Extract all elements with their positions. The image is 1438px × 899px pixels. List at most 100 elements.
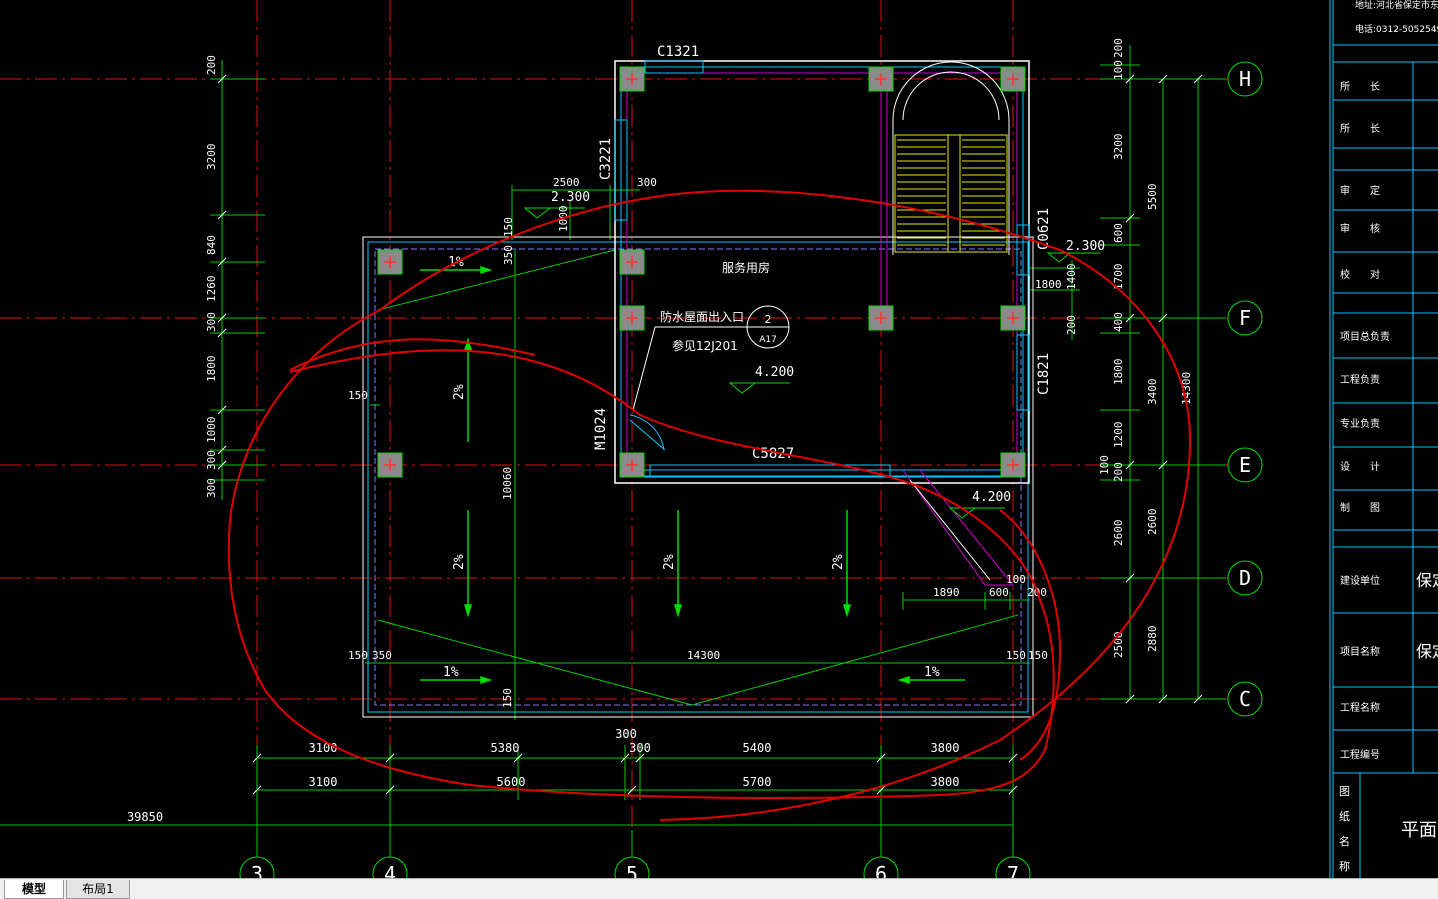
dim-text: 1800 xyxy=(1035,278,1062,291)
dim-text: 1260 xyxy=(205,276,218,303)
elevation-roof-right: 4.200 xyxy=(972,490,1011,505)
title-row-label: 设 计 xyxy=(1340,460,1380,473)
window-label-c1821: C1821 xyxy=(1036,353,1052,395)
grid-label-5: 5 xyxy=(626,862,638,878)
grid-label-7: 7 xyxy=(1007,862,1019,878)
title-row-value: 保定 xyxy=(1416,571,1438,590)
title-row-label: 审 定 xyxy=(1340,184,1380,197)
drawing-name-label: 名 xyxy=(1339,834,1350,848)
grid-label-D: D xyxy=(1239,566,1251,590)
drawing-name-label: 纸 xyxy=(1339,810,1350,823)
room-name: 服务用房 xyxy=(722,260,770,275)
dim-text: 350 xyxy=(502,245,515,265)
stair xyxy=(894,134,1008,253)
detail-number: 2 xyxy=(765,313,772,326)
window-label-c3221: C3221 xyxy=(598,138,614,180)
dim-text: 300 xyxy=(637,176,657,189)
dim-text: 14300 xyxy=(687,649,720,662)
dim-text: 350 xyxy=(372,649,392,662)
slope-text: 2% xyxy=(662,554,677,570)
title-row-label: 所 长 xyxy=(1340,123,1380,135)
slope-text: 2% xyxy=(452,384,467,400)
grid-label-6: 6 xyxy=(875,862,887,878)
elevation-room: 4.200 xyxy=(755,365,794,380)
dim-text: 150 xyxy=(1006,649,1026,662)
elevation-eave-right: 2.300 xyxy=(1066,239,1105,254)
grid-label-3: 3 xyxy=(251,862,263,878)
dim-text: 1800 xyxy=(1112,359,1125,386)
dim-text: 600 xyxy=(1112,223,1125,243)
grid-label-F: F xyxy=(1239,306,1251,330)
dim-text: 300 xyxy=(205,450,218,470)
dim-text: 840 xyxy=(205,235,218,255)
dim-text: 10060 xyxy=(501,467,514,500)
dim-text: 100 xyxy=(1112,60,1125,80)
dim-text: 5700 xyxy=(743,775,772,789)
dim-text: 1890 xyxy=(933,586,960,599)
dim-text: 2500 xyxy=(553,176,580,189)
dim-text: 200 xyxy=(1065,315,1078,335)
dim-text: 200 xyxy=(1112,462,1125,482)
axis-lines xyxy=(0,0,1228,855)
dim-text: 5500 xyxy=(1146,184,1159,211)
title-row-value: 保定 xyxy=(1416,642,1438,661)
dim-text: 150 xyxy=(1028,649,1048,662)
dim-text: 3400 xyxy=(1146,379,1159,406)
title-row-label: 工程负责 xyxy=(1340,373,1380,386)
grid-label-4: 4 xyxy=(384,862,396,878)
dim-text: 150 xyxy=(348,649,368,662)
dim-text: 400 xyxy=(1112,312,1125,332)
dim-text: 1200 xyxy=(1112,422,1125,449)
grid-label-E: E xyxy=(1239,453,1251,477)
title-row-label: 项目总负责 xyxy=(1340,330,1390,343)
dim-text: 3100 xyxy=(309,741,338,755)
dim-text: 2600 xyxy=(1112,520,1125,547)
roof-exit-label: 防水屋面出入口 xyxy=(660,309,744,324)
dim-text: 100 xyxy=(1006,573,1026,586)
dim-text: 5380 xyxy=(491,741,520,755)
title-row-label: 建设单位 xyxy=(1340,574,1380,587)
title-header-address: 地址:河北省保定市东 xyxy=(1355,0,1438,11)
title-row-label: 审 核 xyxy=(1340,222,1380,235)
dim-text: 3200 xyxy=(1112,134,1125,161)
title-row-label: 制 图 xyxy=(1340,501,1380,514)
dim-text: 3200 xyxy=(205,144,218,171)
tab-layout-1[interactable]: 布局1 xyxy=(66,880,130,899)
title-row-label: 工程名称 xyxy=(1340,701,1380,714)
tab-model[interactable]: 模型 xyxy=(4,880,64,899)
dim-text: 39850 xyxy=(127,810,163,824)
dim-text: 300 xyxy=(205,478,218,498)
title-row-label: 专业负责 xyxy=(1340,417,1380,430)
dim-text: 200 xyxy=(1112,38,1125,58)
window-label-c1321: C1321 xyxy=(657,44,699,60)
floor-plan-drawing: H F E D C 3 4 5 6 7 C1321 C3221 C0621 C1… xyxy=(0,0,1438,878)
title-row-label: 项目名称 xyxy=(1340,645,1380,658)
dim-text: 3800 xyxy=(931,775,960,789)
slope-text: 2% xyxy=(831,554,846,570)
columns xyxy=(377,66,1026,478)
door-label-m1024: M1024 xyxy=(593,408,609,450)
title-block-rows: 所 长所 长审 定审 核校 对项目总负责工程负责专业负责设 计制 图建设单位保定… xyxy=(1333,61,1438,878)
dim-text: 2600 xyxy=(1146,509,1159,536)
drawing-canvas[interactable]: H F E D C 3 4 5 6 7 C1321 C3221 C0621 C1… xyxy=(0,0,1438,878)
elevation-eave-left: 2.300 xyxy=(551,190,590,205)
slope-text: 2% xyxy=(452,554,467,570)
drawing-name-label: 称 xyxy=(1339,859,1350,873)
title-row-label: 校 对 xyxy=(1340,268,1380,281)
slope-text: 1% xyxy=(443,665,459,680)
drawing-name-value: 平面图 xyxy=(1401,820,1438,841)
dim-text: 300 xyxy=(629,741,651,755)
dim-text: 200 xyxy=(205,55,218,75)
dim-text: 2880 xyxy=(1146,626,1159,653)
dim-text: 300 xyxy=(615,727,637,741)
grid-label-C: C xyxy=(1239,687,1251,711)
dim-text: 3100 xyxy=(309,775,338,789)
dim-text: 100 xyxy=(1098,455,1111,475)
dim-text: 1000 xyxy=(205,417,218,444)
dim-text: 5400 xyxy=(743,741,772,755)
slope-text: 1% xyxy=(924,665,940,680)
dim-text: 3800 xyxy=(931,741,960,755)
dim-text: 600 xyxy=(989,586,1009,599)
drawing-name-label: 图 xyxy=(1339,785,1350,798)
dim-text: 300 xyxy=(205,312,218,332)
